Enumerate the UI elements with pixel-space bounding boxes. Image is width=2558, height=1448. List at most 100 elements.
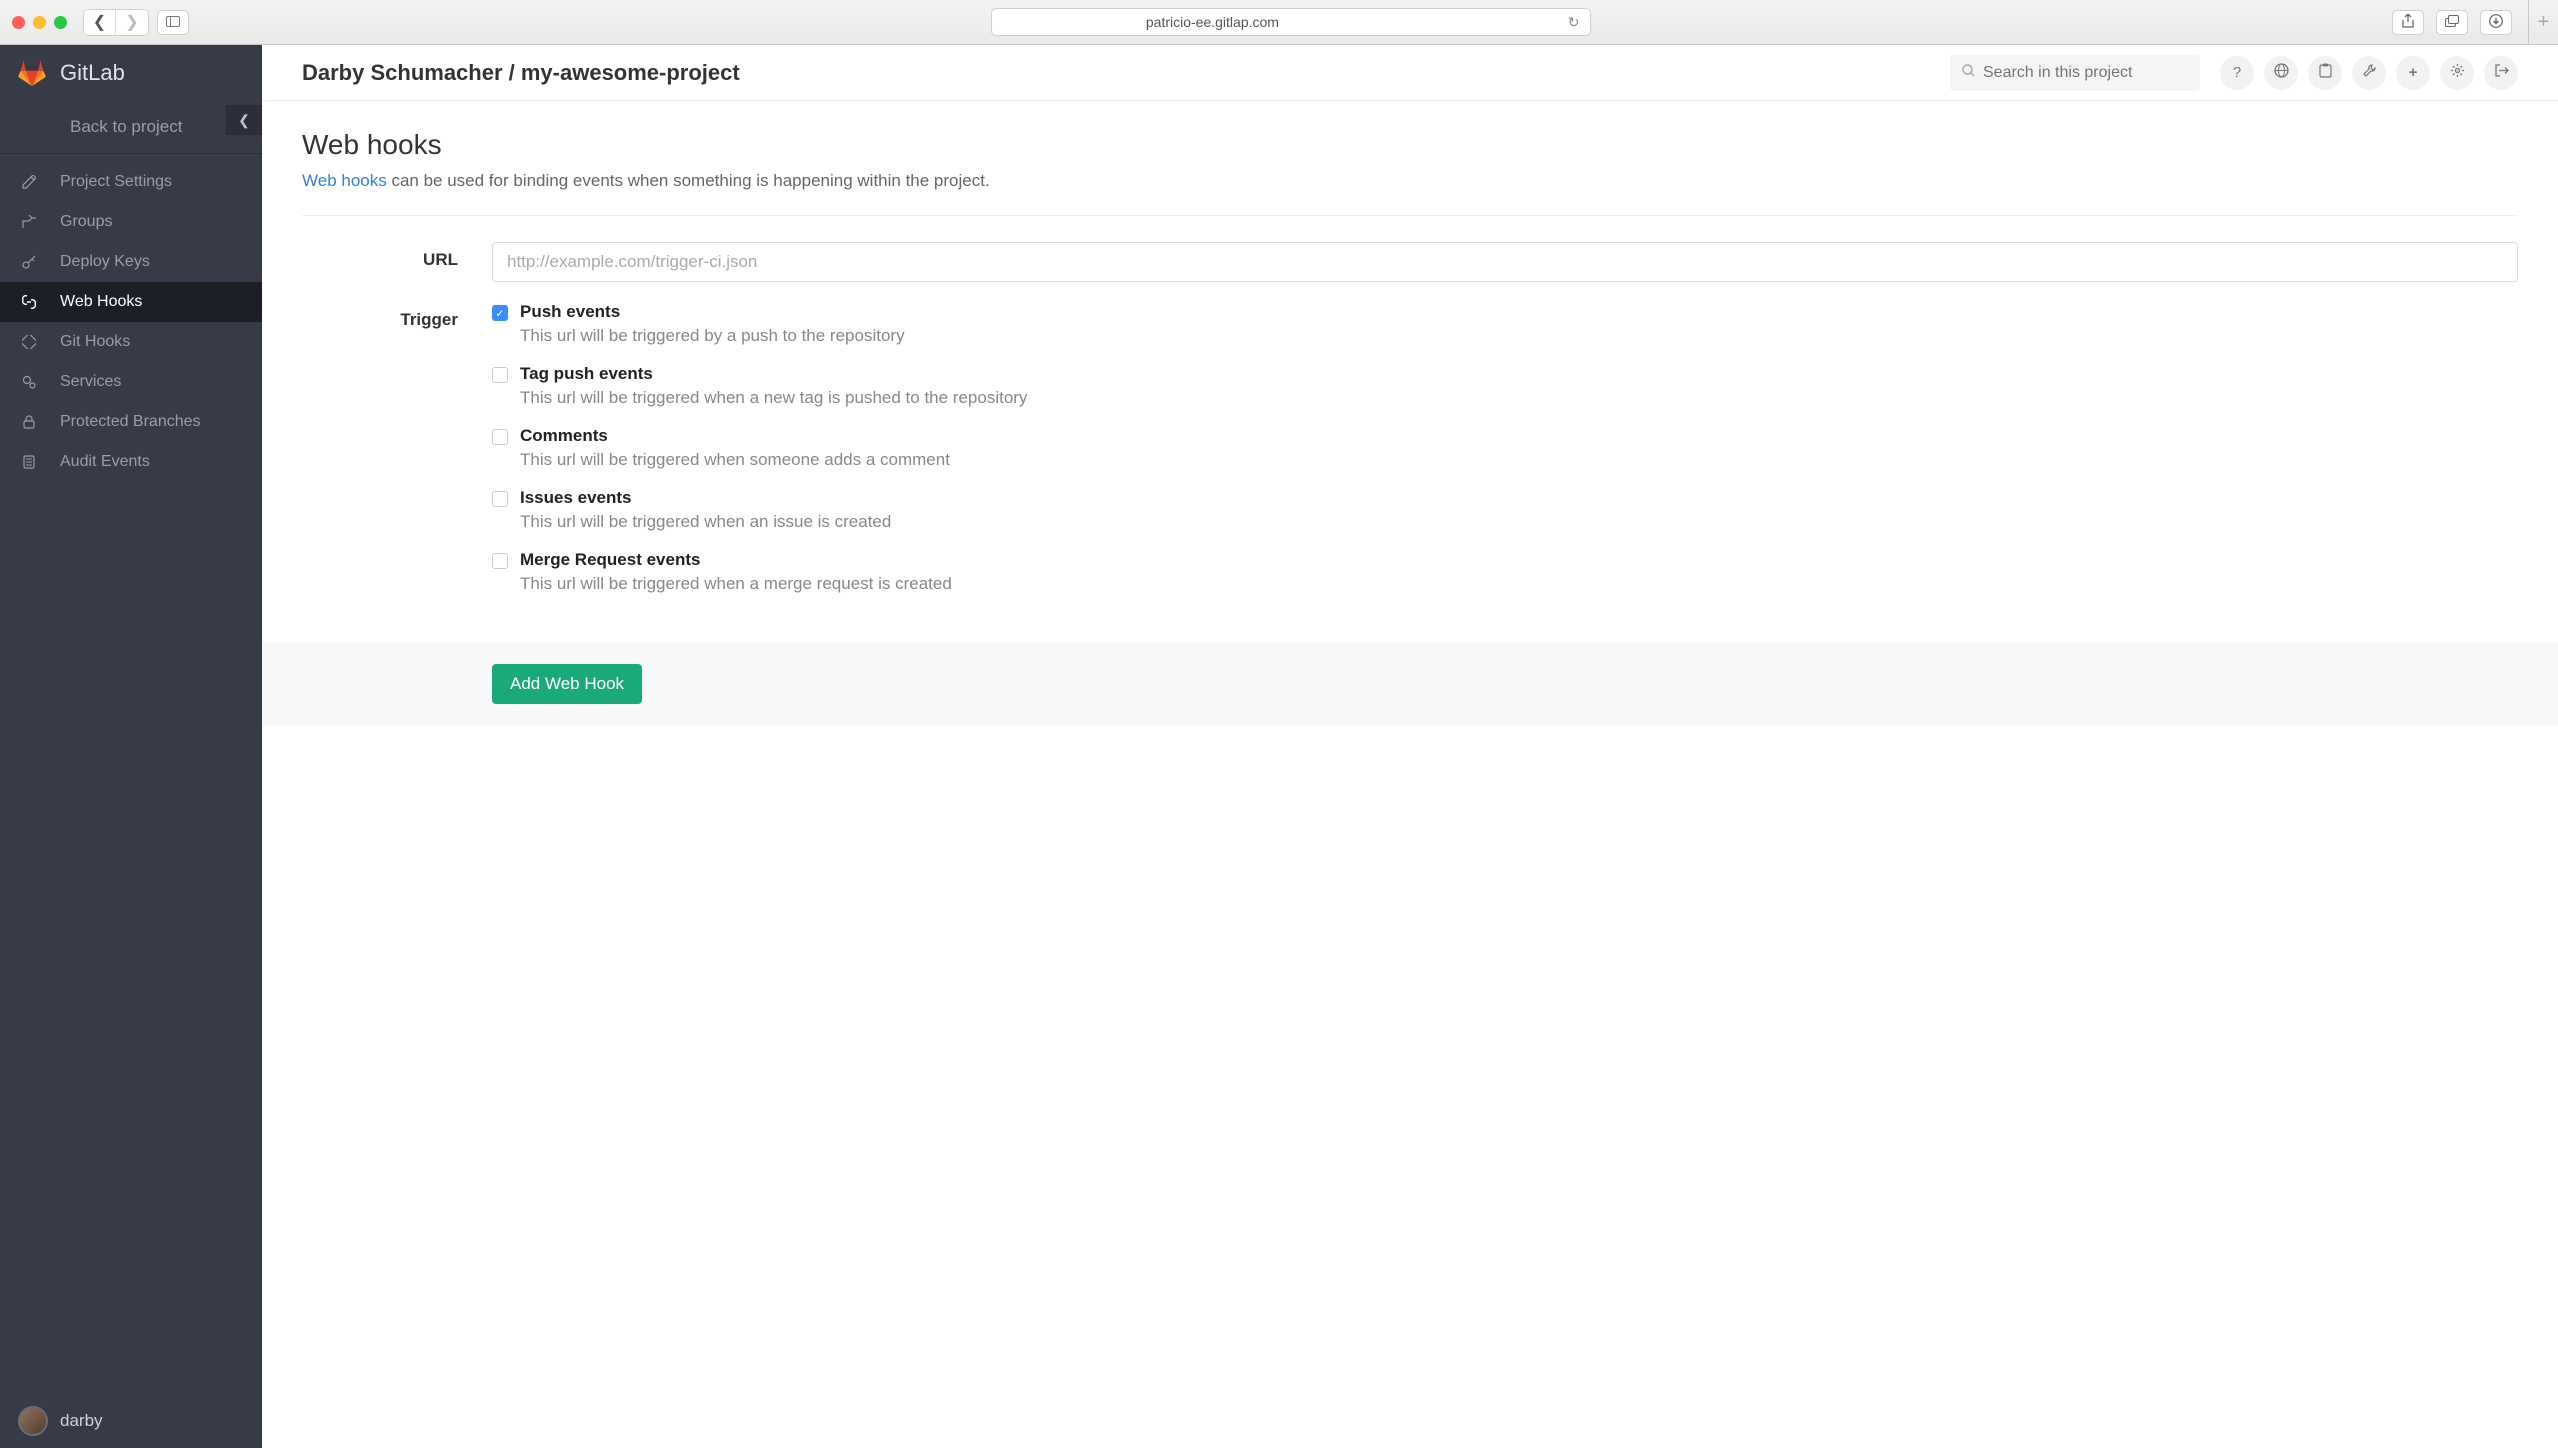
page-description: Web hooks can be used for binding events…: [302, 171, 2518, 216]
page-content: Web hooks Web hooks can be used for bind…: [262, 101, 2558, 754]
main-header: Darby Schumacher / my-awesome-project ?: [262, 45, 2558, 101]
add-webhook-button[interactable]: Add Web Hook: [492, 664, 642, 704]
tabs-icon: [2445, 14, 2459, 30]
avatar: [18, 1406, 48, 1436]
logout-icon: [2494, 63, 2509, 82]
trigger-desc: This url will be triggered when a merge …: [520, 574, 952, 594]
trigger-item: Issues events This url will be triggered …: [492, 488, 2518, 532]
gear-icon: [2450, 63, 2465, 82]
username: darby: [60, 1411, 103, 1431]
settings-button[interactable]: [2440, 56, 2474, 90]
reload-icon[interactable]: ↻: [1568, 14, 1580, 31]
link-icon: [20, 295, 38, 309]
trigger-item: Merge Request eventsThis url will be tri…: [492, 550, 2518, 594]
trigger-item: Tag push events This url will be triggere…: [492, 364, 2518, 408]
maximize-window-button[interactable]: [54, 16, 67, 29]
chevron-left-icon: ❮: [238, 112, 250, 129]
globe-icon: [2274, 63, 2289, 82]
lock-icon: [20, 415, 38, 429]
clipboard-icon: [2319, 63, 2332, 82]
sidebar-item-label: Project Settings: [60, 173, 172, 191]
trigger-title: Issues events: [520, 488, 891, 508]
url-text: patricio-ee.gitlap.com: [1146, 14, 1279, 30]
url-label: URL: [302, 242, 492, 282]
sidebar-item-label: Audit Events: [60, 453, 150, 471]
sidebar-item-label: Groups: [60, 213, 112, 231]
downloads-button[interactable]: [2480, 10, 2512, 35]
close-window-button[interactable]: [12, 16, 25, 29]
trigger-desc: This url will be triggered when an issue…: [520, 512, 891, 532]
edit-icon: [20, 175, 38, 189]
wrench-button[interactable]: [2352, 56, 2386, 90]
project-search[interactable]: [1950, 55, 2200, 91]
clipboard-button[interactable]: [2308, 56, 2342, 90]
trigger-desc: This url will be triggered when someone …: [520, 450, 950, 470]
tabs-button[interactable]: [2436, 10, 2468, 35]
new-button[interactable]: +: [2396, 56, 2430, 90]
trigger-desc: This url will be triggered when a new ta…: [520, 388, 1027, 408]
search-input[interactable]: [1983, 64, 2190, 82]
share-right-icon: [20, 215, 38, 229]
page-title: Web hooks: [302, 129, 2518, 161]
sidebar-item-web-hooks[interactable]: Web Hooks: [0, 282, 262, 322]
help-button[interactable]: ?: [2220, 56, 2254, 90]
chevron-right-icon: ❯: [125, 12, 138, 32]
key-icon: [20, 255, 38, 269]
sidebar-item-label: Services: [60, 373, 121, 391]
trigger-checkbox[interactable]: [492, 553, 508, 569]
new-tab-button[interactable]: +: [2528, 0, 2558, 45]
trigger-checkbox[interactable]: [492, 367, 508, 383]
plus-icon: +: [2538, 11, 2550, 34]
sidebar-user[interactable]: darby: [0, 1394, 262, 1448]
logout-button[interactable]: [2484, 56, 2518, 90]
public-button[interactable]: [2264, 56, 2298, 90]
sidebar-item-deploy-keys[interactable]: Deploy Keys: [0, 242, 262, 282]
web-hooks-help-link[interactable]: Web hooks: [302, 171, 387, 190]
sidebar-icon: [166, 14, 180, 30]
share-icon: [2402, 14, 2414, 31]
sidebar-item-protected-branches[interactable]: Protected Branches: [0, 402, 262, 442]
wrench-icon: [2362, 63, 2377, 82]
sidebar-item-label: Protected Branches: [60, 413, 201, 431]
sidebar-item-label: Git Hooks: [60, 333, 130, 351]
trigger-checkbox[interactable]: [492, 429, 508, 445]
trigger-checkbox[interactable]: [492, 491, 508, 507]
trigger-item: ✓Push eventsThis url will be triggered b…: [492, 302, 2518, 346]
nav-back-forward: ❮ ❯: [83, 9, 149, 36]
git-icon: [20, 335, 38, 349]
form-footer: Add Web Hook: [262, 642, 2558, 726]
minimize-window-button[interactable]: [33, 16, 46, 29]
sidebar-item-git-hooks[interactable]: Git Hooks: [0, 322, 262, 362]
breadcrumb[interactable]: Darby Schumacher / my-awesome-project: [302, 60, 740, 86]
sidebar-item-label: Deploy Keys: [60, 253, 150, 271]
sidebar-item-project-settings[interactable]: Project Settings: [0, 162, 262, 202]
browser-toolbar: ❮ ❯ patricio-ee.gitlap.com ↻: [0, 0, 2558, 45]
sidebar-toggle-button[interactable]: [157, 10, 189, 35]
trigger-checkbox[interactable]: ✓: [492, 305, 508, 321]
plus-icon: +: [2409, 64, 2418, 81]
trigger-title: Tag push events: [520, 364, 1027, 384]
main-content: Darby Schumacher / my-awesome-project ?: [262, 45, 2558, 1448]
sidebar-item-groups[interactable]: Groups: [0, 202, 262, 242]
address-bar[interactable]: patricio-ee.gitlap.com ↻: [991, 8, 1591, 36]
webhook-form: URL Trigger ✓Push eventsThis url will be…: [302, 242, 2518, 612]
back-to-project-link[interactable]: Back to project: [0, 101, 262, 153]
sidebar-item-label: Web Hooks: [60, 293, 142, 311]
sidebar-header[interactable]: GitLab: [0, 45, 262, 101]
sidebar-item-label: Back to project: [70, 117, 182, 137]
sidebar-item-services[interactable]: Services: [0, 362, 262, 402]
forward-button[interactable]: ❯: [116, 10, 148, 35]
chevron-left-icon: ❮: [93, 12, 106, 32]
desc-text: can be used for binding events when some…: [387, 171, 990, 190]
trigger-title: Comments: [520, 426, 950, 446]
window-controls: [12, 16, 67, 29]
share-button[interactable]: [2392, 10, 2424, 35]
trigger-title: Push events: [520, 302, 905, 322]
sidebar-item-audit-events[interactable]: Audit Events: [0, 442, 262, 482]
app-name: GitLab: [60, 60, 125, 86]
url-input[interactable]: [492, 242, 2518, 282]
trigger-item: Comments This url will be triggered when …: [492, 426, 2518, 470]
collapse-sidebar-button[interactable]: ❮: [226, 105, 262, 135]
back-button[interactable]: ❮: [84, 10, 116, 35]
gitlab-logo-icon: [18, 60, 46, 86]
